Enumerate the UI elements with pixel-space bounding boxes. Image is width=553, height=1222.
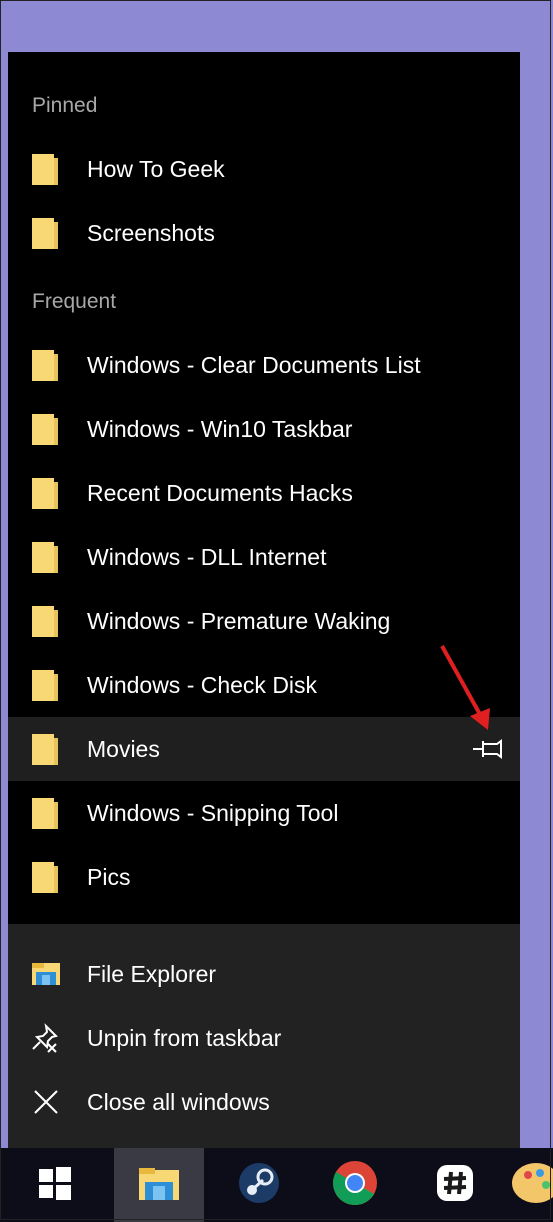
file-explorer-taskbar-button[interactable] bbox=[114, 1148, 204, 1222]
folder-icon bbox=[32, 798, 58, 829]
paint-icon bbox=[510, 1161, 553, 1210]
frequent-item[interactable]: Windows - Clear Documents List bbox=[8, 333, 520, 397]
frequent-item[interactable]: Windows - Premature Waking bbox=[8, 589, 520, 653]
steam-icon bbox=[237, 1161, 281, 1210]
file-explorer-icon bbox=[30, 958, 62, 990]
item-label: Windows - Clear Documents List bbox=[87, 351, 421, 378]
frequent-item[interactable]: Windows - Snipping Tool bbox=[8, 781, 520, 845]
windows-logo-icon bbox=[38, 1166, 72, 1205]
item-label: Screenshots bbox=[87, 219, 215, 246]
task-label: File Explorer bbox=[87, 960, 217, 987]
folder-icon bbox=[32, 670, 58, 701]
folder-icon bbox=[32, 734, 58, 765]
folder-icon bbox=[32, 350, 58, 381]
unpin-from-taskbar-task[interactable]: Unpin from taskbar bbox=[8, 1006, 520, 1070]
close-icon bbox=[30, 1086, 62, 1118]
folder-icon bbox=[32, 542, 58, 573]
folder-icon bbox=[32, 154, 58, 185]
task-label: Close all windows bbox=[87, 1088, 270, 1115]
frequent-item-hovered[interactable]: Movies bbox=[8, 717, 520, 781]
paint-taskbar-button[interactable] bbox=[510, 1148, 553, 1222]
tasks-section: File Explorer Unpin from taskbar Close a… bbox=[8, 924, 520, 1148]
item-label: Windows - Snipping Tool bbox=[87, 799, 339, 826]
item-label: Pics bbox=[87, 863, 131, 890]
item-label: Windows - DLL Internet bbox=[87, 543, 327, 570]
unpin-icon bbox=[30, 1022, 62, 1054]
close-all-windows-task[interactable]: Close all windows bbox=[8, 1070, 520, 1134]
frequent-item[interactable]: Pics bbox=[8, 845, 520, 909]
frequent-item[interactable]: Windows - Win10 Taskbar bbox=[8, 397, 520, 461]
item-label: Windows - Check Disk bbox=[87, 671, 318, 698]
frequent-item[interactable]: Windows - DLL Internet bbox=[8, 525, 520, 589]
pinned-item-screenshots[interactable]: Screenshots bbox=[8, 201, 520, 265]
frequent-item[interactable]: Windows - Check Disk bbox=[8, 653, 520, 717]
steam-taskbar-button[interactable] bbox=[214, 1148, 304, 1222]
pin-icon[interactable] bbox=[471, 737, 507, 761]
pinned-header: Pinned bbox=[32, 94, 98, 117]
taskbar bbox=[0, 1148, 553, 1222]
folder-icon bbox=[32, 862, 58, 893]
folder-icon bbox=[32, 478, 58, 509]
task-label: Unpin from taskbar bbox=[87, 1024, 282, 1051]
item-label: Windows - Premature Waking bbox=[87, 607, 391, 634]
folder-icon bbox=[32, 606, 58, 637]
folder-icon bbox=[32, 414, 58, 445]
slack-icon bbox=[436, 1164, 474, 1207]
jump-list: Pinned How To Geek Screenshots Frequent … bbox=[8, 52, 520, 924]
item-label: Windows - Win10 Taskbar bbox=[87, 415, 353, 442]
frequent-header: Frequent bbox=[32, 290, 117, 313]
pinned-item-how-to-geek[interactable]: How To Geek bbox=[8, 137, 520, 201]
folder-icon bbox=[32, 218, 58, 249]
file-explorer-task[interactable]: File Explorer bbox=[8, 942, 520, 1006]
item-label: How To Geek bbox=[87, 155, 225, 182]
file-explorer-icon bbox=[137, 1164, 181, 1207]
slack-taskbar-button[interactable] bbox=[410, 1148, 500, 1222]
item-label: Movies bbox=[87, 735, 160, 762]
chrome-taskbar-button[interactable] bbox=[310, 1148, 400, 1222]
chrome-icon bbox=[332, 1160, 378, 1211]
item-label: Recent Documents Hacks bbox=[87, 479, 353, 506]
frequent-item[interactable]: Recent Documents Hacks bbox=[8, 461, 520, 525]
start-button[interactable] bbox=[0, 1148, 110, 1222]
